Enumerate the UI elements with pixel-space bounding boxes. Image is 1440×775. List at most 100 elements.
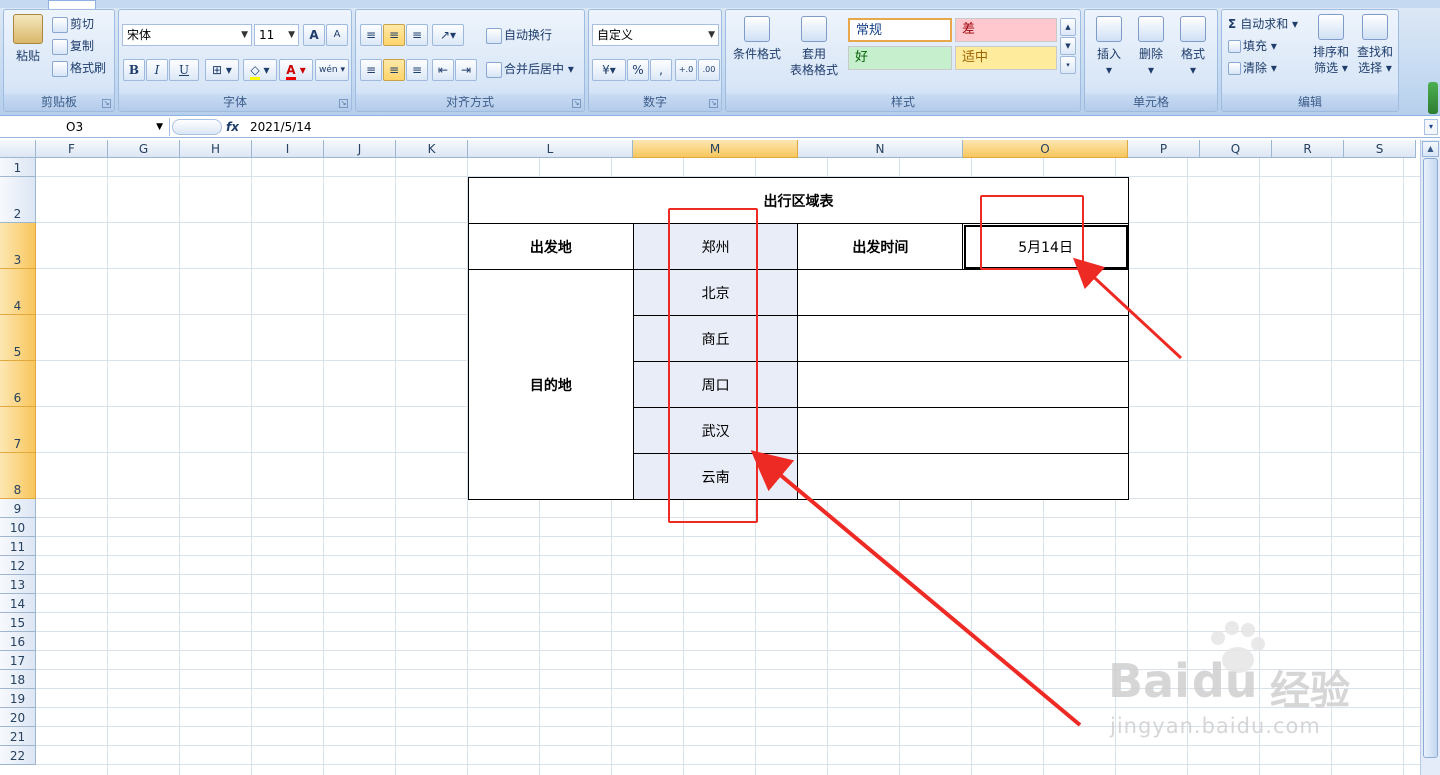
column-header-f[interactable]: F	[36, 140, 108, 158]
find-select-button[interactable]: 查找和 选择 ▾	[1354, 14, 1396, 76]
vertical-scrollbar[interactable]: ▲	[1420, 140, 1440, 775]
clear-button[interactable]: 清除 ▾	[1228, 59, 1277, 76]
row-header-9[interactable]: 9	[0, 499, 36, 518]
merge-center-button[interactable]: 合并后居中 ▾	[486, 60, 574, 78]
font-color-button[interactable]: A ▾	[279, 59, 313, 81]
clipboard-launcher-icon[interactable]: ↘	[102, 99, 111, 108]
copy-button[interactable]: 复制	[52, 37, 94, 55]
underline-button[interactable]: U	[169, 59, 199, 81]
row-header-5[interactable]: 5	[0, 315, 36, 361]
column-header-p[interactable]: P	[1128, 140, 1200, 158]
conditional-format-button[interactable]: 条件格式	[728, 16, 786, 62]
insert-function-icon[interactable]: fx	[226, 118, 239, 136]
border-button[interactable]: ⊞ ▾	[205, 59, 239, 81]
align-top-button[interactable]: ≡	[360, 24, 382, 46]
row-header-11[interactable]: 11	[0, 537, 36, 556]
style-normal[interactable]: 常规	[848, 18, 952, 42]
fill-color-button[interactable]: ◇ ▾	[243, 59, 277, 81]
phonetic-button[interactable]: wén ▾	[315, 59, 349, 81]
percent-button[interactable]: %	[627, 59, 649, 81]
scroll-thumb[interactable]	[1423, 158, 1438, 758]
row-header-3[interactable]: 3	[0, 223, 36, 269]
column-header-k[interactable]: K	[396, 140, 468, 158]
sort-filter-button[interactable]: 排序和 筛选 ▾	[1310, 14, 1352, 76]
font-size-dropdown[interactable]: 11 ▼	[254, 24, 299, 46]
cut-button[interactable]: 剪切	[52, 15, 94, 33]
format-cells-button[interactable]: 格式 ▾	[1171, 16, 1215, 78]
row-header-2[interactable]: 2	[0, 177, 36, 223]
bold-button[interactable]: B	[123, 59, 145, 81]
styles-scroll-down[interactable]: ▼	[1060, 37, 1076, 55]
row-header-16[interactable]: 16	[0, 632, 36, 651]
font-name-dropdown[interactable]: 宋体 ▼	[122, 24, 252, 46]
decrease-indent-button[interactable]: ⇤	[432, 59, 454, 81]
row-header-17[interactable]: 17	[0, 651, 36, 670]
formula-bar-splitter[interactable]	[172, 119, 222, 135]
row-header-12[interactable]: 12	[0, 556, 36, 575]
column-header-h[interactable]: H	[180, 140, 252, 158]
style-neutral[interactable]: 适中	[955, 46, 1057, 70]
select-all-corner[interactable]	[0, 140, 36, 158]
row-header-10[interactable]: 10	[0, 518, 36, 537]
paste-button[interactable]: 粘贴	[6, 14, 50, 64]
row-header-1[interactable]: 1	[0, 158, 36, 177]
format-as-table-button[interactable]: 套用 表格格式	[788, 16, 840, 78]
row-header-4[interactable]: 4	[0, 269, 36, 315]
number-launcher-icon[interactable]: ↘	[709, 99, 718, 108]
origin-label[interactable]: 出发地	[468, 223, 634, 270]
column-header-n[interactable]: N	[798, 140, 963, 158]
style-good[interactable]: 好	[848, 46, 952, 70]
column-header-q[interactable]: Q	[1200, 140, 1272, 158]
row-header-13[interactable]: 13	[0, 575, 36, 594]
styles-scroll-up[interactable]: ▲	[1060, 18, 1076, 36]
column-header-r[interactable]: R	[1272, 140, 1344, 158]
currency-button[interactable]: ¥▾	[592, 59, 626, 81]
row-header-18[interactable]: 18	[0, 670, 36, 689]
number-format-dropdown[interactable]: 自定义 ▼	[592, 24, 719, 46]
comma-button[interactable]: ,	[650, 59, 672, 81]
row-header-21[interactable]: 21	[0, 727, 36, 746]
align-bottom-button[interactable]: ≡	[406, 24, 428, 46]
row-header-8[interactable]: 8	[0, 453, 36, 499]
decrease-decimal-button[interactable]: .00	[698, 59, 720, 81]
destination-notes-cell[interactable]	[797, 361, 1129, 408]
align-middle-button[interactable]: ≡	[383, 24, 405, 46]
row-header-15[interactable]: 15	[0, 613, 36, 632]
destination-notes-cell[interactable]	[797, 453, 1129, 500]
column-header-o[interactable]: O	[963, 140, 1128, 158]
destination-notes-cell[interactable]	[797, 269, 1129, 316]
shrink-font-button[interactable]: A	[326, 24, 348, 46]
align-left-button[interactable]: ≡	[360, 59, 382, 81]
fill-button[interactable]: 填充 ▾	[1228, 37, 1277, 54]
formula-input[interactable]: 2021/5/14	[250, 118, 312, 136]
orientation-button[interactable]: ↗▾	[432, 24, 464, 46]
autosum-button[interactable]: Σ 自动求和 ▾	[1228, 15, 1298, 32]
row-header-6[interactable]: 6	[0, 361, 36, 407]
increase-decimal-button[interactable]: +.0	[675, 59, 697, 81]
align-center-button[interactable]: ≡	[383, 59, 405, 81]
ribbon-tab-home[interactable]	[48, 0, 96, 9]
column-header-i[interactable]: I	[252, 140, 324, 158]
column-header-j[interactable]: J	[324, 140, 396, 158]
destination-notes-cell[interactable]	[797, 315, 1129, 362]
row-header-19[interactable]: 19	[0, 689, 36, 708]
font-launcher-icon[interactable]: ↘	[339, 99, 348, 108]
column-header-l[interactable]: L	[468, 140, 633, 158]
style-bad[interactable]: 差	[955, 18, 1057, 42]
depart-time-label[interactable]: 出发时间	[797, 223, 964, 270]
column-header-m[interactable]: M	[633, 140, 798, 158]
styles-more[interactable]: ▾	[1060, 56, 1076, 74]
name-box[interactable]: O3 ▼	[0, 118, 170, 136]
insert-cells-button[interactable]: 插入 ▾	[1087, 16, 1131, 78]
italic-button[interactable]: I	[146, 59, 168, 81]
alignment-launcher-icon[interactable]: ↘	[572, 99, 581, 108]
destination-notes-cell[interactable]	[797, 407, 1129, 454]
grow-font-button[interactable]: A	[303, 24, 325, 46]
increase-indent-button[interactable]: ⇥	[455, 59, 477, 81]
format-painter-button[interactable]: 格式刷	[52, 59, 106, 77]
destination-label[interactable]: 目的地	[468, 269, 634, 500]
expand-formula-bar-icon[interactable]: ▾	[1424, 119, 1438, 135]
align-right-button[interactable]: ≡	[406, 59, 428, 81]
delete-cells-button[interactable]: 删除 ▾	[1129, 16, 1173, 78]
scroll-up-button[interactable]: ▲	[1422, 141, 1439, 157]
